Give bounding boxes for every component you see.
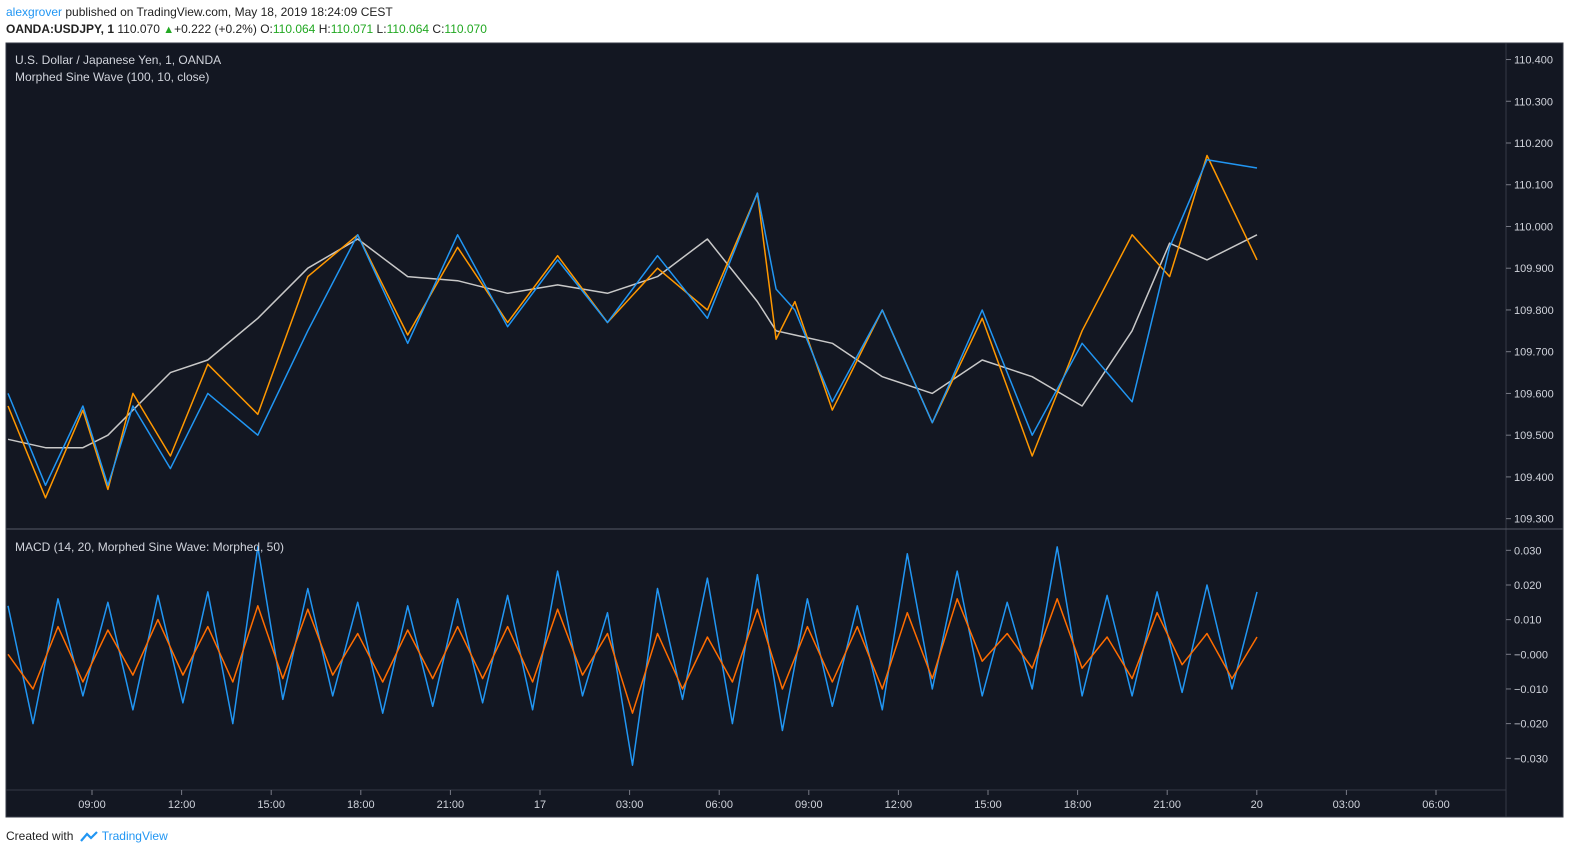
- x-tick-label: 06:00: [1422, 799, 1450, 811]
- y-tick-label: 110.100: [1514, 180, 1553, 192]
- tradingview-link[interactable]: TradingView: [102, 829, 168, 843]
- y-tick-label: −0.020: [1514, 719, 1548, 731]
- x-tick-label: 18:00: [347, 799, 375, 811]
- x-tick-label: 12:00: [168, 799, 196, 811]
- x-tick-label: 03:00: [616, 799, 644, 811]
- y-tick-label: 110.200: [1514, 138, 1553, 150]
- chart-canvas[interactable]: 110.400 110.300 110.200 110.100 110.000 109.9…: [0, 0, 1569, 855]
- x-tick-label: 21:00: [1153, 799, 1181, 811]
- y-tick-label: 109.600: [1514, 388, 1554, 400]
- y-tick-label: 109.800: [1514, 305, 1554, 317]
- x-tick-label: 21:00: [437, 799, 465, 811]
- created-with-text: Created with: [6, 829, 74, 843]
- y-tick-label: 109.400: [1514, 472, 1554, 484]
- y-tick-label: 109.500: [1514, 430, 1554, 442]
- y-tick-label: 109.700: [1514, 347, 1554, 359]
- y-tick-label: 110.000: [1514, 221, 1553, 233]
- main-pane-title: U.S. Dollar / Japanese Yen, 1, OANDA: [15, 53, 221, 67]
- y-tick-label: 0.030: [1514, 545, 1542, 557]
- x-tick-label: 06:00: [705, 799, 733, 811]
- main-pane-indicator: Morphed Sine Wave (100, 10, close): [15, 70, 209, 84]
- y-tick-label: 109.900: [1514, 263, 1554, 275]
- chart-background: [6, 43, 1506, 817]
- x-tick-label: 15:00: [974, 799, 1002, 811]
- y-tick-label: 110.400: [1514, 55, 1553, 67]
- tradingview-logo-icon: [79, 831, 98, 842]
- y-tick-label: −0.000: [1514, 649, 1548, 661]
- macd-pane-title: MACD (14, 20, Morphed Sine Wave: Morphed…: [15, 540, 284, 554]
- y-tick-label: −0.030: [1514, 753, 1548, 765]
- x-tick-label: 12:00: [885, 799, 913, 811]
- y-tick-label: 109.300: [1514, 514, 1554, 526]
- x-tick-label: 03:00: [1333, 799, 1361, 811]
- x-tick-label: 09:00: [78, 799, 106, 811]
- x-tick-label: 20: [1251, 799, 1263, 811]
- y-tick-label: −0.010: [1514, 684, 1548, 696]
- x-tick-label: 17: [534, 799, 546, 811]
- y-tick-label: 0.010: [1514, 615, 1542, 627]
- y-tick-label: 110.300: [1514, 96, 1553, 108]
- y-tick-label: 0.020: [1514, 580, 1542, 592]
- footer: Created with TradingView: [6, 829, 168, 843]
- x-tick-label: 18:00: [1064, 799, 1092, 811]
- x-tick-label: 15:00: [257, 799, 285, 811]
- x-tick-label: 09:00: [795, 799, 823, 811]
